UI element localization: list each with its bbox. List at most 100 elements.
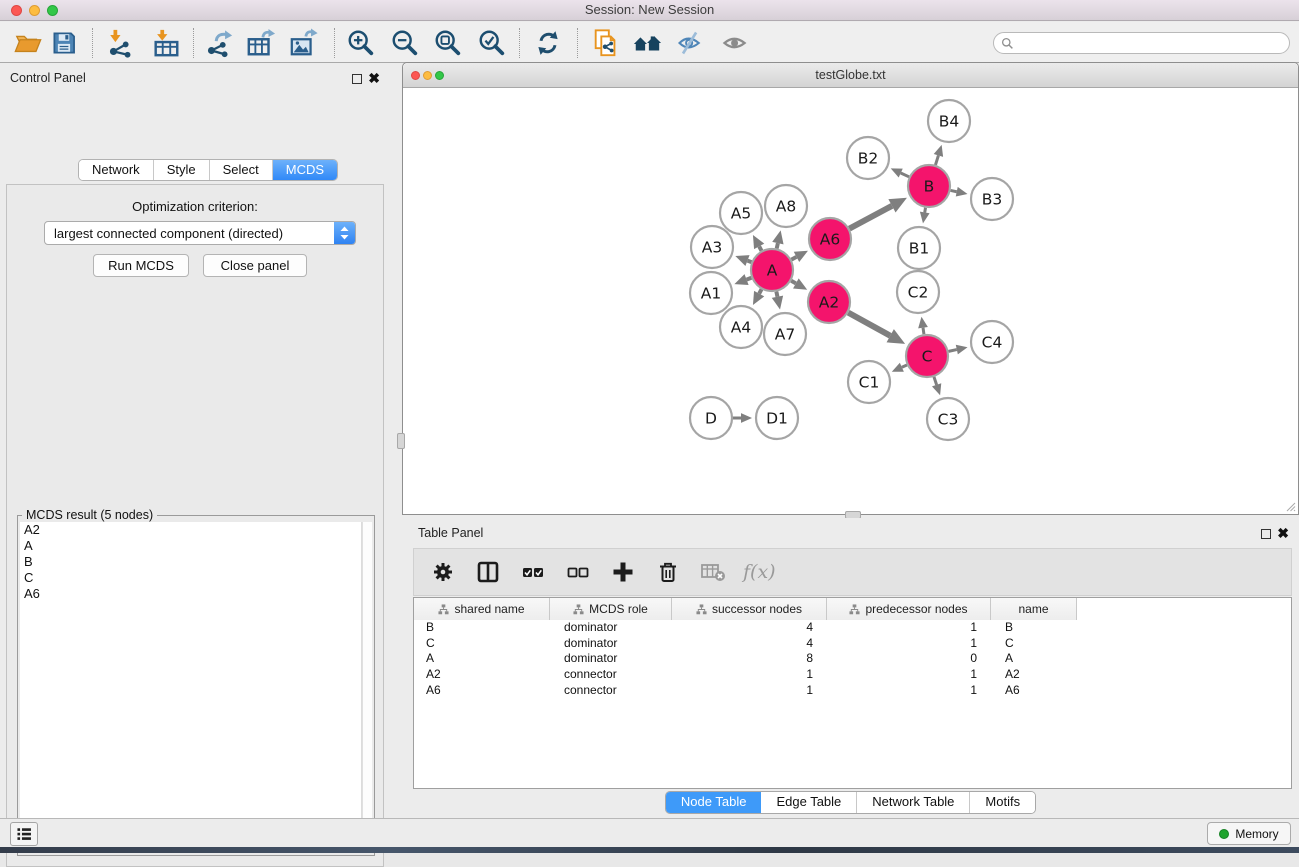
table-cell[interactable]: 4 — [672, 636, 827, 652]
node-table[interactable]: shared nameMCDS rolesuccessor nodesprede… — [413, 597, 1292, 789]
search-field[interactable] — [993, 32, 1290, 54]
zoom-out-button[interactable] — [386, 25, 424, 61]
float-table-panel-icon[interactable] — [1261, 529, 1271, 539]
tab-node-table[interactable]: Node Table — [666, 792, 762, 813]
open-session-button[interactable] — [9, 25, 47, 61]
zoom-network-button[interactable] — [435, 71, 444, 80]
import-network-button[interactable] — [102, 25, 140, 61]
table-row[interactable]: Cdominator41C — [414, 636, 1291, 652]
edge-A-A7[interactable] — [776, 292, 777, 297]
destroy-table-button[interactable] — [698, 557, 728, 587]
close-window-button[interactable] — [11, 5, 22, 16]
close-panel-button[interactable]: Close panel — [203, 254, 307, 277]
edge-C-C4[interactable] — [949, 350, 957, 352]
table-cell[interactable]: A6 — [991, 683, 1077, 699]
export-image-button[interactable] — [285, 25, 323, 61]
duplicate-network-button[interactable] — [587, 25, 625, 61]
edge-C-C1[interactable] — [902, 365, 907, 367]
tab-network[interactable]: Network — [79, 160, 154, 180]
show-panels-button[interactable] — [10, 822, 38, 846]
table-cell[interactable]: A6 — [414, 683, 550, 699]
close-panel-icon[interactable]: ✖ — [368, 70, 380, 86]
minimize-window-button[interactable] — [29, 5, 40, 16]
table-row[interactable]: Adominator80A — [414, 651, 1291, 667]
table-row[interactable]: Bdominator41B — [414, 620, 1291, 636]
tab-network-table[interactable]: Network Table — [857, 792, 970, 813]
table-cell[interactable]: dominator — [550, 651, 672, 667]
mcds-result-item[interactable]: A6 — [20, 586, 361, 602]
network-canvas[interactable]: B4B2BB3A8A5A6A3B1AA1C2A2A4A7C4CC1DD1C3 — [404, 89, 1297, 514]
column-header-predecessor-nodes[interactable]: predecessor nodes — [827, 598, 991, 620]
table-cell[interactable]: 1 — [827, 667, 991, 683]
mcds-result-item[interactable]: A — [20, 538, 361, 554]
save-session-button[interactable] — [45, 25, 83, 61]
edge-A-A4[interactable] — [759, 289, 761, 293]
deselect-all-button[interactable] — [563, 557, 593, 587]
table-cell[interactable]: A — [991, 651, 1077, 667]
table-cell[interactable]: A — [414, 651, 550, 667]
column-header-name[interactable]: name — [991, 598, 1077, 620]
edge-B-B2[interactable] — [901, 173, 909, 177]
table-cell[interactable]: 1 — [672, 667, 827, 683]
table-cell[interactable]: A2 — [414, 667, 550, 683]
table-cell[interactable]: C — [991, 636, 1077, 652]
edge-A-A3[interactable] — [747, 261, 751, 263]
tab-motifs[interactable]: Motifs — [970, 792, 1035, 813]
edge-A-A5[interactable] — [759, 246, 761, 250]
table-cell[interactable]: B — [991, 620, 1077, 636]
function-builder-button[interactable]: f(x) — [743, 561, 776, 583]
zoom-in-button[interactable] — [342, 25, 380, 61]
mcds-result-list[interactable]: A2ABCA6 — [20, 522, 362, 852]
optimization-criterion-dropdown[interactable]: largest connected component (directed) — [44, 221, 356, 245]
table-cell[interactable]: connector — [550, 667, 672, 683]
zoom-window-button[interactable] — [47, 5, 58, 16]
table-cell[interactable]: 1 — [672, 683, 827, 699]
hide-details-button[interactable] — [671, 25, 709, 61]
tab-select[interactable]: Select — [210, 160, 273, 180]
select-all-button[interactable] — [518, 557, 548, 587]
edge-B-B4[interactable] — [935, 155, 938, 165]
show-columns-button[interactable] — [473, 557, 503, 587]
minimize-network-button[interactable] — [423, 71, 432, 80]
table-cell[interactable]: dominator — [550, 636, 672, 652]
run-mcds-button[interactable]: Run MCDS — [93, 254, 189, 277]
refresh-button[interactable] — [529, 25, 567, 61]
table-cell[interactable]: C — [414, 636, 550, 652]
edge-A-A6[interactable] — [791, 257, 796, 260]
vertical-split-handle[interactable] — [397, 433, 405, 449]
table-cell[interactable]: B — [414, 620, 550, 636]
create-column-button[interactable] — [608, 557, 638, 587]
home-button[interactable] — [628, 25, 666, 61]
edge-A6-B[interactable] — [849, 206, 892, 229]
close-table-panel-icon[interactable]: ✖ — [1277, 525, 1289, 541]
table-cell[interactable]: A2 — [991, 667, 1077, 683]
column-header-mcds-role[interactable]: MCDS role — [550, 598, 672, 620]
export-table-button[interactable] — [242, 25, 280, 61]
table-cell[interactable]: dominator — [550, 620, 672, 636]
resize-grip-icon[interactable] — [1284, 500, 1296, 512]
table-cell[interactable]: 1 — [827, 636, 991, 652]
mcds-list-scrollbar[interactable] — [362, 522, 372, 852]
column-header-shared-name[interactable]: shared name — [414, 598, 550, 620]
edge-B-B1[interactable] — [925, 208, 926, 213]
zoom-fit-button[interactable] — [429, 25, 467, 61]
search-input[interactable] — [1014, 36, 1289, 50]
edge-B-B3[interactable] — [951, 190, 957, 191]
table-cell[interactable]: 1 — [827, 620, 991, 636]
float-panel-icon[interactable] — [352, 74, 362, 84]
edge-C-C2[interactable] — [923, 328, 924, 335]
table-cell[interactable]: 8 — [672, 651, 827, 667]
table-cell[interactable]: 1 — [827, 683, 991, 699]
show-details-button[interactable] — [716, 25, 754, 61]
column-header-successor-nodes[interactable]: successor nodes — [672, 598, 827, 620]
edge-A-A1[interactable] — [747, 278, 752, 280]
import-table-button[interactable] — [147, 25, 185, 61]
table-settings-button[interactable] — [428, 557, 458, 587]
table-cell[interactable]: 0 — [827, 651, 991, 667]
table-row[interactable]: A2connector11A2 — [414, 667, 1291, 683]
close-network-button[interactable] — [411, 71, 420, 80]
edge-A-A2[interactable] — [791, 281, 796, 284]
edge-A2-C[interactable] — [848, 313, 890, 336]
tab-style[interactable]: Style — [154, 160, 210, 180]
tab-edge-table[interactable]: Edge Table — [761, 792, 857, 813]
